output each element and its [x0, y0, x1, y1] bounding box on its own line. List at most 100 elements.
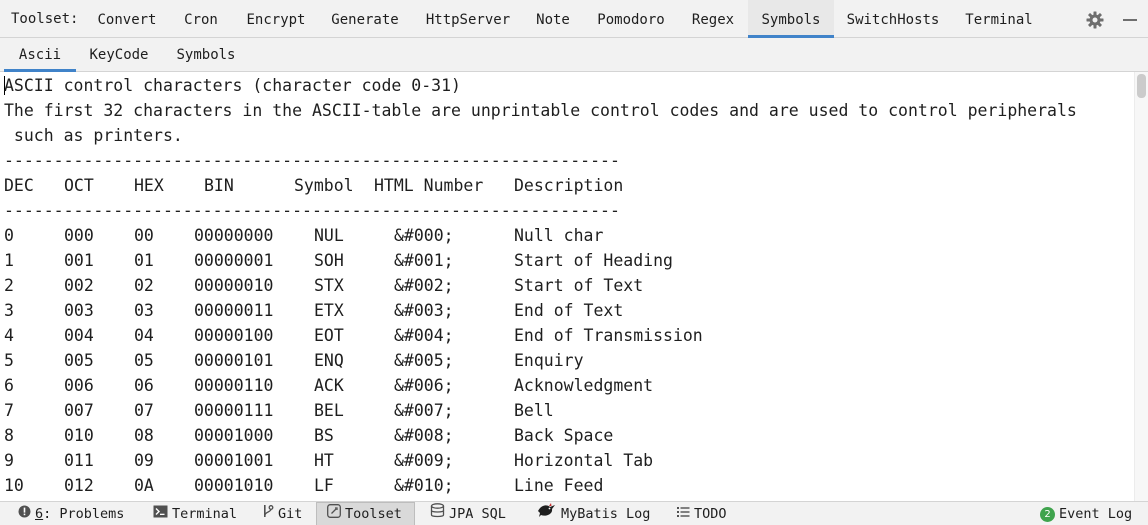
- tab-regex[interactable]: Regex: [682, 0, 744, 38]
- header-symbol: Symbol: [294, 176, 354, 195]
- cell-html-number: &#009;: [394, 451, 454, 470]
- toolset-button[interactable]: Toolset: [316, 502, 415, 525]
- cell-hex: 05: [134, 351, 154, 370]
- event-log-badge: 2: [1040, 506, 1055, 522]
- tab-terminal[interactable]: Terminal: [954, 0, 1044, 38]
- table-row: 7 007 07 00000111 BEL &#007; Bell: [4, 398, 1104, 423]
- cell-symbol: BEL: [314, 401, 344, 420]
- table-row: 2 002 02 00000010 STX &#002; Start of Text: [4, 273, 1104, 298]
- cell-description: Line Feed: [514, 476, 604, 495]
- cell-html-number: &#004;: [394, 326, 454, 345]
- tab-switchhosts[interactable]: SwitchHosts: [840, 0, 946, 38]
- ascii-text-area[interactable]: ASCII control characters (character code…: [0, 72, 1134, 501]
- header-description: Description: [514, 176, 624, 195]
- cell-html-number: &#005;: [394, 351, 454, 370]
- git-branch-icon: [262, 502, 274, 525]
- cell-oct: 001: [64, 251, 94, 270]
- cell-dec: 3: [4, 301, 14, 320]
- mybatis-log-button[interactable]: MyBatis Log: [537, 502, 650, 525]
- scrollbar-thumb[interactable]: [1137, 74, 1146, 98]
- event-log-label: Event Log: [1059, 506, 1133, 522]
- tab-encrypt[interactable]: Encrypt: [234, 0, 318, 38]
- cell-hex: 0A: [134, 476, 154, 495]
- tab-pomodoro[interactable]: Pomodoro: [588, 0, 674, 38]
- cell-symbol: HT: [314, 451, 334, 470]
- mybatis-bird-icon: [537, 502, 557, 525]
- tab-note[interactable]: Note: [526, 0, 580, 38]
- cell-dec: 6: [4, 376, 14, 395]
- tab-symbols[interactable]: Symbols: [748, 0, 834, 38]
- cell-description: Horizontal Tab: [514, 451, 654, 470]
- cell-oct: 006: [64, 376, 94, 395]
- cell-html-number: &#006;: [394, 376, 454, 395]
- tab-generate[interactable]: Generate: [321, 0, 409, 38]
- gear-icon[interactable]: [1085, 10, 1105, 30]
- database-icon: [430, 502, 445, 525]
- cell-hex: 02: [134, 276, 154, 295]
- cell-html-number: &#000;: [394, 226, 454, 245]
- cell-hex: 09: [134, 451, 154, 470]
- todo-label: TODO: [694, 506, 727, 522]
- cell-hex: 00: [134, 226, 154, 245]
- cell-symbol: ENQ: [314, 351, 344, 370]
- cell-html-number: &#007;: [394, 401, 454, 420]
- table-row: 0 000 00 00000000 NUL &#000; Null char: [4, 223, 1104, 248]
- subtab-symbols[interactable]: Symbols: [166, 38, 246, 72]
- cell-symbol: ACK: [314, 376, 344, 395]
- tab-convert[interactable]: Convert: [84, 0, 170, 38]
- event-log-button[interactable]: 2 Event Log: [1040, 502, 1132, 525]
- cell-oct: 011: [64, 451, 94, 470]
- cell-html-number: &#002;: [394, 276, 454, 295]
- ascii-description-line-1: The first 32 characters in the ASCII-tab…: [4, 101, 1077, 120]
- cell-symbol: STX: [314, 276, 344, 295]
- cell-dec: 9: [4, 451, 14, 470]
- vertical-scrollbar[interactable]: [1134, 72, 1148, 501]
- cell-dec: 1: [4, 251, 14, 270]
- cell-bin: 00000011: [194, 301, 274, 320]
- cell-oct: 007: [64, 401, 94, 420]
- problems-button[interactable]: 6: Problems: [18, 502, 124, 525]
- cell-dec: 4: [4, 326, 14, 345]
- header-bin: BIN: [204, 176, 234, 195]
- cell-hex: 01: [134, 251, 154, 270]
- cell-description: Back Space: [514, 426, 614, 445]
- cell-bin: 00000001: [194, 251, 274, 270]
- minimize-icon[interactable]: [1120, 10, 1140, 30]
- table-row: 9 011 09 00001001 HT &#009; Horizontal Tab: [4, 448, 1104, 473]
- jpa-sql-label: JPA SQL: [449, 506, 506, 522]
- toolset-icon: [327, 503, 341, 525]
- cell-symbol: SOH: [314, 251, 344, 270]
- cell-html-number: &#010;: [394, 476, 454, 495]
- terminal-label: Terminal: [172, 506, 238, 522]
- cell-symbol: BS: [314, 426, 334, 445]
- subtab-keycode[interactable]: KeyCode: [80, 38, 158, 72]
- cell-bin: 00000101: [194, 351, 274, 370]
- cell-description: End of Transmission: [514, 326, 703, 345]
- cell-html-number: &#001;: [394, 251, 454, 270]
- terminal-button[interactable]: Terminal: [153, 502, 237, 525]
- cell-description: Enquiry: [514, 351, 584, 370]
- cell-dec: 7: [4, 401, 14, 420]
- cell-symbol: NUL: [314, 226, 344, 245]
- todo-button[interactable]: TODO: [677, 502, 727, 525]
- event-log-count: 2: [1044, 508, 1051, 520]
- problems-icon: [18, 502, 31, 525]
- cell-description: Null char: [514, 226, 604, 245]
- cell-oct: 005: [64, 351, 94, 370]
- git-button[interactable]: Git: [262, 502, 302, 525]
- cell-bin: 00001010: [194, 476, 274, 495]
- cell-oct: 012: [64, 476, 94, 495]
- subtab-ascii[interactable]: Ascii: [4, 38, 76, 72]
- tab-cron[interactable]: Cron: [172, 0, 230, 38]
- tab-httpserver[interactable]: HttpServer: [416, 0, 520, 38]
- cell-hex: 08: [134, 426, 154, 445]
- tool-window-bar: 6: Problems Terminal Git Toolset JPA SQL…: [0, 501, 1148, 525]
- cell-symbol: LF: [314, 476, 334, 495]
- symbols-subtabs: Ascii KeyCode Symbols: [0, 38, 1148, 72]
- jpa-sql-button[interactable]: JPA SQL: [430, 502, 506, 525]
- cell-description: Acknowledgment: [514, 376, 654, 395]
- header-dec: DEC: [4, 176, 34, 195]
- cell-description: Bell: [514, 401, 554, 420]
- problems-shortcut: 6: [35, 506, 44, 522]
- cell-description: Start of Heading: [514, 251, 673, 270]
